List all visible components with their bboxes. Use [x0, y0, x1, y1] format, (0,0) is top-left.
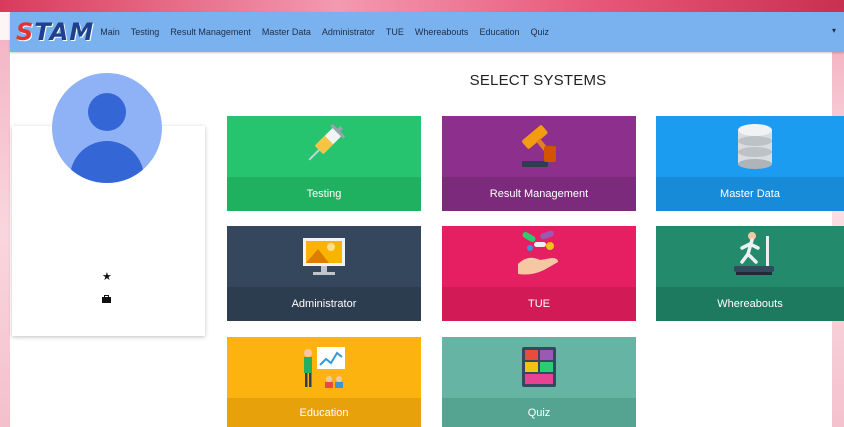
top-navbar: STAM Main Testing Result Management Mast…	[10, 12, 844, 52]
presentation-icon	[304, 347, 345, 388]
system-tile-label: Education	[227, 398, 421, 427]
quiz-board-icon	[522, 347, 556, 387]
system-tile-tue[interactable]: TUE	[442, 226, 636, 321]
nav-item-education[interactable]: Education	[479, 27, 519, 37]
nav-item-result-management[interactable]: Result Management	[170, 27, 251, 37]
system-tile-education[interactable]: Education	[227, 337, 421, 427]
pills-hand-icon	[518, 230, 558, 275]
nav-item-administrator[interactable]: Administrator	[322, 27, 375, 37]
system-tile-label: Whereabouts	[656, 287, 844, 321]
avatar-body	[70, 141, 144, 183]
briefcase-icon	[102, 295, 111, 303]
page-title: SELECT SYSTEMS	[469, 72, 607, 89]
system-tile-label: Result Management	[442, 177, 636, 211]
user-dropdown-caret-icon[interactable]: ▾	[832, 26, 836, 35]
user-avatar-icon[interactable]	[52, 73, 162, 183]
nav-item-whereabouts[interactable]: Whereabouts	[415, 27, 469, 37]
nav-item-testing[interactable]: Testing	[131, 27, 160, 37]
system-tile-label: Quiz	[442, 398, 636, 427]
nav-item-tue[interactable]: TUE	[386, 27, 404, 37]
system-tile-label: Administrator	[227, 287, 421, 321]
system-tile-testing[interactable]: Testing	[227, 116, 421, 211]
nav-menu: Main Testing Result Management Master Da…	[100, 27, 560, 37]
nav-item-quiz[interactable]: Quiz	[530, 27, 549, 37]
nav-item-main[interactable]: Main	[100, 27, 120, 37]
star-icon: ★	[102, 271, 112, 283]
background-banner	[0, 0, 844, 12]
treadmill-runner-icon	[734, 232, 774, 275]
system-tile-whereabouts[interactable]: Whereabouts	[656, 226, 844, 321]
brand-logo[interactable]: STAM	[16, 18, 94, 46]
system-tile-label: Testing	[227, 177, 421, 211]
avatar-head	[88, 93, 126, 131]
system-tile-master-data[interactable]: Master Data	[656, 116, 844, 211]
system-tile-result-management[interactable]: Result Management	[442, 116, 636, 211]
nav-item-master-data[interactable]: Master Data	[262, 27, 311, 37]
system-tile-quiz[interactable]: Quiz	[442, 337, 636, 427]
monitor-icon	[303, 238, 345, 275]
database-icon	[738, 124, 772, 169]
system-tile-label: Master Data	[656, 177, 844, 211]
syringe-icon	[308, 123, 346, 161]
system-tile-administrator[interactable]: Administrator	[227, 226, 421, 321]
system-tile-label: TUE	[442, 287, 636, 321]
gavel-icon	[522, 125, 556, 167]
